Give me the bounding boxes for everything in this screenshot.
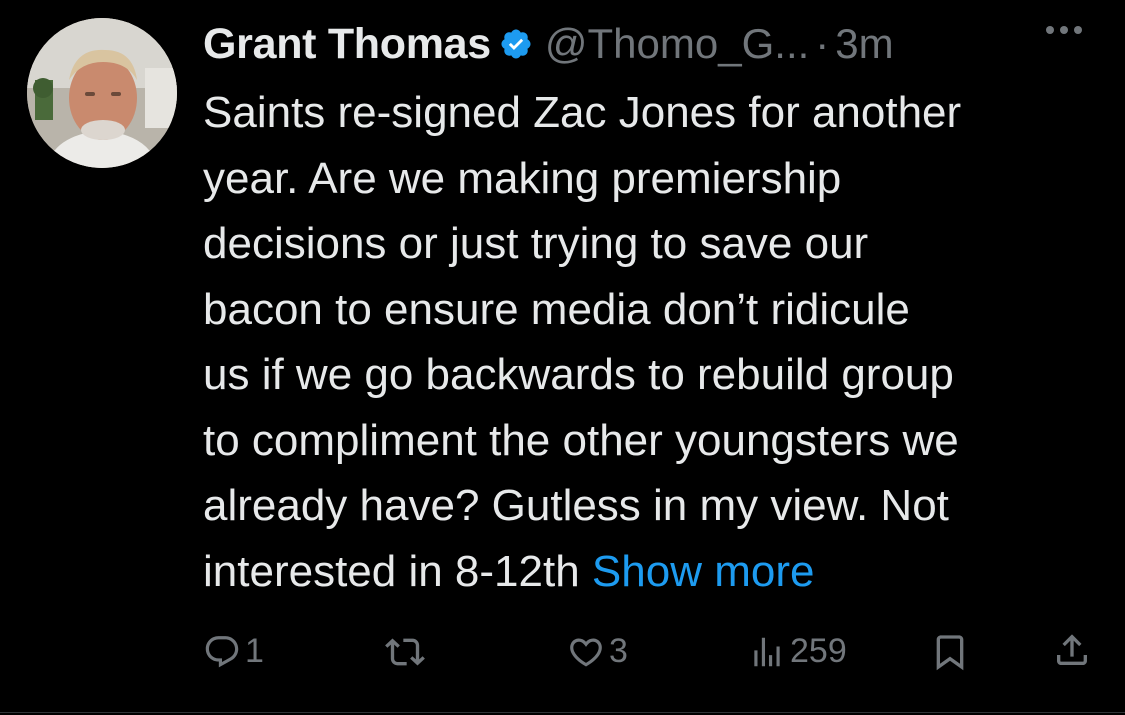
- views-icon: [748, 633, 786, 671]
- more-horizontal-icon[interactable]: [1046, 26, 1082, 34]
- tweet-text-line: year. Are we making premiership: [203, 153, 842, 203]
- handle[interactable]: @Thomo_G...: [545, 20, 809, 68]
- tweet-text-line: interested in 8-12th: [203, 546, 580, 596]
- heart-icon: [567, 633, 605, 671]
- retweet-button[interactable]: [385, 632, 429, 672]
- tweet-text-line: Saints re-signed Zac Jones for another: [203, 88, 962, 137]
- like-button[interactable]: 3: [567, 632, 628, 671]
- tweet-text-line-last: interested in 8-12th Show more: [203, 539, 1103, 605]
- avatar[interactable]: [27, 18, 177, 168]
- avatar-photo: [27, 18, 177, 168]
- tweet-header: Grant Thomas @Thomo_G... · 3m: [203, 16, 894, 72]
- timestamp[interactable]: 3m: [835, 20, 893, 68]
- reply-icon: [203, 633, 241, 671]
- like-count: 3: [609, 632, 628, 670]
- reply-count: 1: [245, 632, 264, 670]
- divider: [0, 712, 1125, 713]
- share-button[interactable]: [1052, 630, 1092, 670]
- tweet-text-line: bacon to ensure media don’t ridicule: [203, 284, 910, 334]
- views-count: 259: [790, 632, 847, 670]
- tweet[interactable]: Grant Thomas @Thomo_G... · 3m Saints re-…: [0, 0, 1125, 715]
- display-name[interactable]: Grant Thomas: [203, 20, 491, 69]
- tweet-text-line: already have? Gutless in my view. Not: [203, 481, 949, 530]
- action-bar: 1 3 259: [0, 628, 1125, 678]
- tweet-text: Saints re-signed Zac Jones for another y…: [203, 80, 1103, 604]
- bookmark-button[interactable]: [930, 632, 970, 672]
- views-button[interactable]: 259: [748, 632, 847, 671]
- bookmark-icon: [930, 632, 970, 672]
- separator-dot: ·: [815, 20, 830, 67]
- tweet-text-line: decisions or just trying to save our: [203, 219, 869, 268]
- tweet-text-line: us if we go backwards to rebuild group: [203, 350, 954, 399]
- share-icon: [1052, 630, 1092, 670]
- show-more-link[interactable]: Show more: [592, 547, 815, 596]
- retweet-icon: [385, 632, 425, 672]
- verified-badge-icon[interactable]: [499, 27, 533, 61]
- reply-button[interactable]: 1: [203, 632, 264, 671]
- tweet-text-line: to compliment the other youngsters we: [203, 415, 959, 465]
